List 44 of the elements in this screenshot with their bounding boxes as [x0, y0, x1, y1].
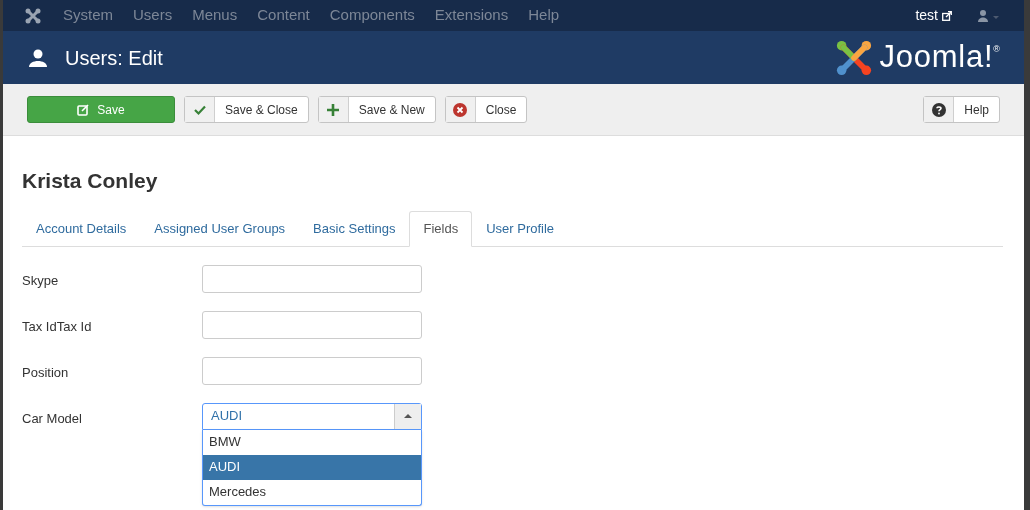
help-button[interactable]: Help	[923, 96, 1000, 123]
menu-item[interactable]: Menus	[192, 4, 238, 27]
dropdown-option[interactable]: AUDI	[203, 454, 421, 480]
logo-text: Joomla!	[879, 38, 994, 77]
menu-item[interactable]: Users	[133, 4, 173, 27]
save-button[interactable]: Save	[27, 96, 175, 123]
tab[interactable]: Basic Settings	[299, 210, 410, 247]
text-field[interactable]	[202, 356, 422, 385]
help-icon	[931, 102, 946, 117]
plus-icon	[327, 103, 340, 116]
site-link[interactable]: test	[915, 5, 952, 26]
field-label: Position	[22, 363, 70, 382]
joomla-logo-icon	[835, 38, 874, 77]
tab[interactable]: Fields	[409, 210, 473, 247]
dropdown-option[interactable]: Mercedes	[203, 479, 421, 505]
user-icon	[29, 48, 47, 67]
field-label: Car Model	[22, 409, 83, 428]
tab[interactable]: User Profile	[472, 210, 569, 247]
user-menu-icon[interactable]	[978, 9, 1000, 22]
menu-item[interactable]: Help	[528, 4, 560, 27]
menu-item[interactable]: System	[63, 4, 113, 27]
toolbar-button[interactable]: Save & Close	[184, 96, 309, 123]
field-label: Tax IdTax Id	[22, 317, 93, 336]
dropdown-option[interactable]: BMW	[203, 429, 421, 455]
caret-icon	[404, 414, 412, 418]
menu-item[interactable]: Content	[257, 4, 310, 27]
cancel-icon	[453, 102, 468, 117]
field-label: Skype	[22, 271, 60, 290]
check-icon	[193, 103, 206, 116]
page-title: Users: Edit	[65, 45, 163, 71]
text-field[interactable]	[202, 310, 422, 339]
text-field[interactable]	[202, 264, 422, 293]
joomla-menu-icon[interactable]	[25, 7, 41, 24]
registered-mark: ®	[993, 43, 1000, 54]
edit-icon	[77, 103, 90, 116]
tab[interactable]: Assigned User Groups	[140, 210, 300, 247]
select-field[interactable]: AUDI	[202, 402, 422, 430]
external-link-icon	[942, 10, 952, 21]
toolbar-button[interactable]: Save & New	[317, 96, 436, 123]
menu-item[interactable]: Extensions	[434, 4, 509, 27]
menu-item[interactable]: Components	[329, 4, 415, 27]
tab[interactable]: Account Details	[22, 210, 141, 247]
toolbar-button[interactable]: Close	[444, 96, 528, 123]
record-title: Krista Conley	[22, 168, 159, 194]
